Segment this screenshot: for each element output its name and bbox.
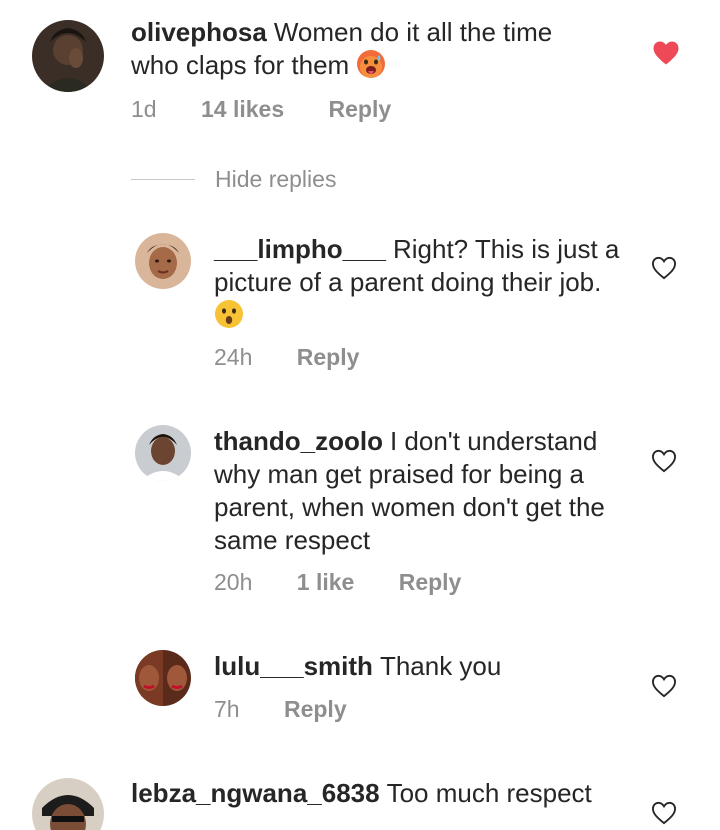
hot-face-emoji-icon — [356, 49, 386, 79]
avatar-thando-zoolo[interactable] — [135, 425, 191, 481]
reply-button[interactable]: Reply — [329, 96, 392, 123]
comment-text: lebza_ngwana_6838 Too much respect — [131, 777, 631, 810]
reply-button[interactable]: Reply — [297, 344, 360, 371]
heart-outline-icon[interactable] — [651, 801, 677, 825]
comment-time: 20h — [214, 569, 253, 595]
heart-outline-icon[interactable] — [651, 449, 677, 473]
hide-replies-toggle[interactable]: Hide replies — [131, 164, 336, 194]
comment-likes[interactable]: 1 like — [297, 569, 355, 596]
comment-username[interactable]: olivephosa — [131, 17, 267, 47]
comment-username[interactable]: lebza_ngwana_6838 — [131, 778, 380, 808]
heart-outline-icon[interactable] — [651, 674, 677, 698]
avatar-lebza-ngwana[interactable] — [32, 778, 104, 830]
comment-meta: 24h Reply — [214, 344, 359, 371]
avatar-lulu-smith[interactable] — [135, 650, 191, 706]
comment-meta: 7h Reply — [214, 696, 347, 723]
comment-meta: 1d 14 likes Reply — [131, 96, 391, 123]
comment-text: thando_zoolo I don't understand why man g… — [214, 425, 624, 557]
comment-username[interactable]: ___limpho___ — [214, 234, 386, 264]
reply-button[interactable]: Reply — [399, 569, 462, 596]
avatar-olivephosa[interactable] — [32, 20, 104, 92]
heart-outline-icon[interactable] — [651, 256, 677, 280]
comment-text: ___limpho___ Right? This is just a pictur… — [214, 233, 624, 332]
comment-body: Too much respect — [386, 778, 592, 808]
comment-username[interactable]: lulu___smith — [214, 651, 373, 681]
avatar-limpho[interactable] — [135, 233, 191, 289]
comment-time: 7h — [214, 696, 240, 722]
comment-time: 24h — [214, 344, 253, 370]
divider-line — [131, 178, 195, 180]
comment-username[interactable]: thando_zoolo — [214, 426, 383, 456]
hushed-face-emoji-icon — [214, 299, 244, 329]
comment-meta: 20h 1 like Reply — [214, 569, 461, 596]
comment-body: Thank you — [379, 651, 502, 681]
reply-button[interactable]: Reply — [284, 696, 347, 723]
comment-text: lulu___smith Thank you — [214, 650, 624, 683]
comment-time: 1d — [131, 96, 157, 122]
like-heart-icon[interactable] — [652, 40, 680, 66]
hide-replies-label[interactable]: Hide replies — [215, 166, 336, 193]
comment-likes[interactable]: 14 likes — [201, 96, 284, 123]
comment-text: olivephosa Women do it all the time who c… — [131, 16, 601, 82]
